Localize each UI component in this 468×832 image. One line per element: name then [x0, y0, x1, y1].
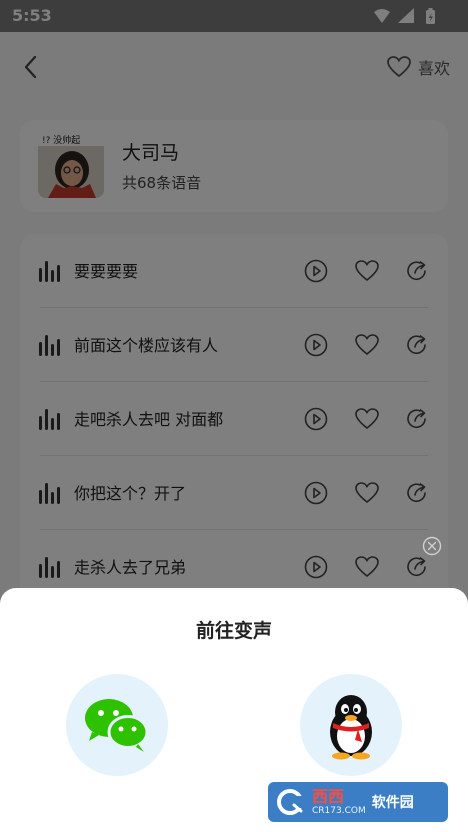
wechat-option[interactable]	[66, 674, 168, 776]
watermark-text: 西西 CR173.COM	[312, 786, 366, 816]
watermark: 西西 CR173.COM 软件园	[268, 782, 448, 822]
sheet-title: 前往变声	[195, 620, 272, 642]
close-icon[interactable]	[422, 536, 442, 556]
watermark-side: 软件园	[371, 795, 414, 811]
watermark-logo-icon	[268, 782, 312, 822]
watermark-sub: CR173.COM	[312, 805, 366, 816]
qq-penguin-icon	[330, 695, 372, 760]
wechat-icon	[85, 699, 149, 752]
watermark-main: 西西	[312, 786, 345, 806]
qq-option[interactable]	[300, 674, 402, 776]
